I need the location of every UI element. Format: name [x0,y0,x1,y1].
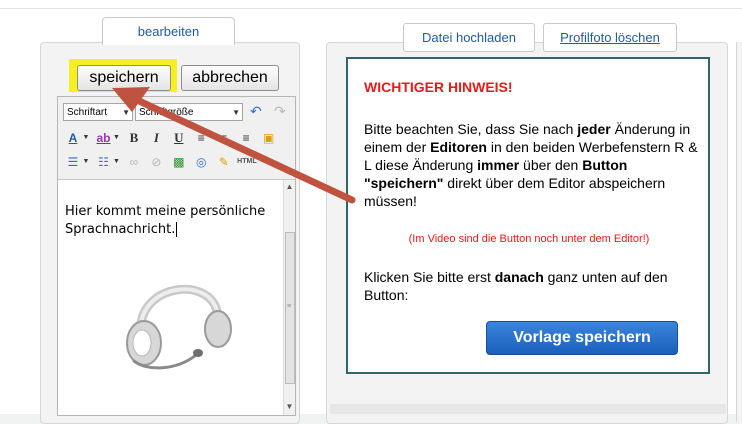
grip-icon: ≡ [287,303,292,310]
unlink-icon[interactable]: ⊘ [147,153,165,171]
numbered-list-icon[interactable]: ☷ [94,153,112,171]
italic-icon[interactable]: I [147,129,165,147]
font-size-value: Schriftgröße [139,107,194,118]
font-family-value: Schriftart [67,107,108,118]
important-notice: WICHTIGER HINWEIS! Bitte beachten Sie, d… [346,57,710,374]
editor-toolbar: Schriftart ▼ Schriftgröße ▼ ↶ ↷ A ▼ ab ▼ B… [58,97,295,180]
scroll-up-icon[interactable]: ▲ [284,182,295,191]
save-button[interactable]: speichern [77,65,171,91]
chevron-down-icon[interactable]: ▼ [112,153,120,171]
notice-text-segment: Editoren [430,139,487,155]
bullet-list-icon[interactable]: ☰ [64,153,82,171]
scrollbar-thumb[interactable]: ≡ [285,232,295,384]
align-right-icon[interactable]: ≡ [237,129,255,147]
save-template-button[interactable]: Vorlage speichern [486,321,678,355]
delete-profile-photo-button[interactable]: Profilfoto löschen [543,23,677,52]
notice-text-segment: immer [477,157,520,173]
notice-title: WICHTIGER HINWEIS! [364,79,513,95]
editor-text: Hier kommt meine persönliche Sprachnachr… [65,204,266,237]
chevron-down-icon: ▼ [232,108,240,117]
bottom-toolbar [330,404,726,414]
editor-content[interactable]: Hier kommt meine persönliche Sprachnachr… [65,203,280,239]
tab-edit[interactable]: bearbeiten [102,17,235,45]
image-icon[interactable]: ▩ [170,153,188,171]
undo-icon[interactable]: ↶ [250,103,262,120]
font-family-select[interactable]: Schriftart ▼ [63,103,133,121]
rich-text-editor[interactable]: Schriftart ▼ Schriftgröße ▼ ↶ ↷ A ▼ ab ▼ B… [57,96,296,416]
notice-body: Bitte beachten Sie, dass Sie nach jeder … [364,120,704,210]
cancel-button[interactable]: abbrechen [181,65,279,91]
highlight-icon[interactable]: ab [94,129,112,147]
video-note: (Im Video sind die Button noch unter dem… [408,233,650,245]
align-center-icon[interactable]: ≡ [215,129,233,147]
font-size-select[interactable]: Schriftgröße ▼ [135,103,243,121]
divider [0,8,742,9]
html-icon[interactable]: HTML [237,153,256,171]
redo-icon[interactable]: ↷ [274,103,286,120]
link-icon[interactable]: ∞ [125,153,143,171]
paste-icon[interactable]: ▣ [260,129,278,147]
notice-text-segment: Klicken Sie bitte erst [364,269,495,285]
click-note: Klicken Sie bitte erst danach ganz unten… [364,268,704,304]
text-cursor [176,222,178,237]
align-left-icon[interactable]: ≡ [192,129,210,147]
font-color-icon[interactable]: A [64,129,82,147]
notice-text-segment: Bitte beachten Sie, dass Sie nach [364,121,578,137]
underline-icon[interactable]: U [170,129,188,147]
cleanup-icon[interactable]: ◎ [192,153,210,171]
toolbar-row-format: A ▼ ab ▼ B I U ≡ ≡ ≡ ▣ [64,129,278,147]
chevron-down-icon[interactable]: ▼ [112,129,120,147]
chevron-down-icon[interactable]: ▼ [82,129,90,147]
headset-image [126,284,232,370]
paint-icon[interactable]: ✎ [215,153,233,171]
upload-file-button[interactable]: Datei hochladen [403,23,535,52]
notice-text-segment: danach [494,269,544,285]
notice-text-segment: über den [519,157,583,173]
chevron-down-icon: ▼ [122,108,130,117]
editor-scrollbar[interactable]: ▲ ≡ ▼ [283,180,295,415]
bold-icon[interactable]: B [125,129,143,147]
scroll-down-icon[interactable]: ▼ [284,402,295,411]
far-right-panel [736,42,742,422]
page: bearbeiten Datei hochladen Profilfoto lö… [0,0,742,424]
notice-text-segment: jeder [577,121,611,137]
chevron-down-icon[interactable]: ▼ [82,153,90,171]
toolbar-row-insert: ☰ ▼ ☷ ▼ ∞ ⊘ ▩ ◎ ✎ HTML [64,153,257,171]
